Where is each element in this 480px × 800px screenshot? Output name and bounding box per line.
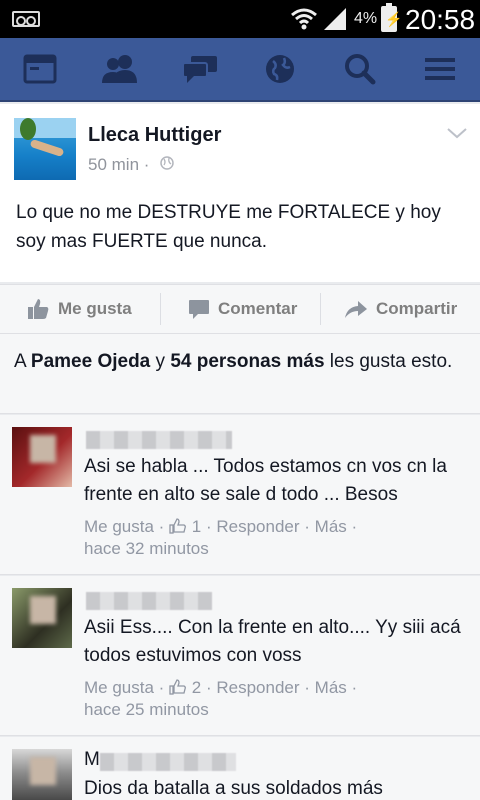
share-button[interactable]: Compartir xyxy=(344,285,457,333)
voicemail-icon xyxy=(12,11,40,27)
search-button[interactable] xyxy=(330,41,390,97)
commenter-name-redacted[interactable] xyxy=(86,592,212,610)
commenter-name-redacted[interactable] xyxy=(100,753,236,771)
comment-more-link[interactable]: Más · xyxy=(315,517,358,536)
search-icon xyxy=(345,54,376,85)
menu-icon xyxy=(425,58,455,80)
post-timestamp[interactable]: 50 min · xyxy=(88,155,149,175)
comment-meta: Me gusta · 1 · Responder · Más · xyxy=(84,515,357,539)
commenter-avatar[interactable] xyxy=(12,749,72,800)
commenter-avatar[interactable] xyxy=(12,588,72,648)
comment-item: Asi se habla ... Todos estamos cn vos cn… xyxy=(0,415,480,575)
friend-requests-button[interactable] xyxy=(90,41,150,97)
comment-timestamp: hace 32 minutos xyxy=(84,539,209,558)
clock: 20:58 xyxy=(405,4,476,35)
likes-connector: y xyxy=(150,351,171,372)
likes-summary[interactable]: A Pamee Ojeda y 54 personas más les gust… xyxy=(0,334,480,414)
signal-icon xyxy=(324,8,346,30)
news-feed-icon xyxy=(23,54,57,84)
notifications-button[interactable] xyxy=(250,41,310,97)
comment-bubble-icon xyxy=(189,300,209,319)
friend-requests-icon xyxy=(102,55,137,83)
comment-reply-link[interactable]: · Responder · xyxy=(206,517,310,536)
comment-more-link[interactable]: Más · xyxy=(315,678,358,697)
commenter-avatar[interactable] xyxy=(12,427,72,487)
comment-timestamp: hace 25 minutos xyxy=(84,700,209,719)
comment-button[interactable]: Comentar xyxy=(188,285,297,333)
commenter-name-redacted[interactable] xyxy=(86,431,232,449)
likes-prefix: A xyxy=(14,351,31,372)
share-label: Compartir xyxy=(376,299,458,318)
battery-charging-icon: ⚡ xyxy=(381,3,402,32)
divider xyxy=(160,293,161,325)
like-label: Me gusta xyxy=(58,299,132,318)
thumbs-up-icon xyxy=(169,679,187,695)
public-globe-icon xyxy=(160,156,174,170)
author-avatar[interactable] xyxy=(14,118,76,180)
thumbs-up-icon xyxy=(169,518,187,534)
status-bar: 4% ⚡ 20:58 xyxy=(0,0,480,38)
comment-like-count: 1 xyxy=(191,517,202,536)
comment-text: Asii Ess.... Con la frente en alto.... Y… xyxy=(84,617,461,666)
commenter-name-initial[interactable]: M xyxy=(84,749,100,771)
messages-button[interactable] xyxy=(170,41,230,97)
liker-name[interactable]: Pamee Ojeda xyxy=(31,351,150,372)
comment-like-link[interactable]: Me gusta · xyxy=(84,517,164,536)
top-nav-bar xyxy=(0,38,480,102)
menu-button[interactable] xyxy=(410,41,470,97)
comment-meta: Me gusta · 2 · Responder · Más · xyxy=(84,676,357,700)
post-author-name[interactable]: Lleca Huttiger xyxy=(88,124,221,147)
comment-text: Asi se habla ... Todos estamos cn vos cn… xyxy=(84,456,447,505)
comment-reply-link[interactable]: · Responder · xyxy=(206,678,310,697)
comment-label: Comentar xyxy=(218,299,298,318)
comment-text: Dios da batalla a sus soldados más xyxy=(84,778,383,799)
share-arrow-icon xyxy=(345,301,367,318)
notifications-globe-icon xyxy=(266,55,294,83)
comment-like-count: 2 xyxy=(191,678,202,697)
messages-icon xyxy=(182,56,217,83)
comment-item: M Dios da batalla a sus soldados más xyxy=(0,737,480,800)
chevron-down-icon[interactable] xyxy=(446,126,468,140)
post-card: Lleca Huttiger 50 min · Lo que no me DES… xyxy=(0,104,480,282)
like-button[interactable]: Me gusta xyxy=(26,285,132,333)
divider xyxy=(320,293,321,325)
wifi-icon xyxy=(291,8,317,30)
post-action-bar: Me gusta Comentar Compartir xyxy=(0,284,480,334)
likers-others[interactable]: 54 personas más xyxy=(170,351,324,372)
post-text: Lo que no me DESTRUYE me FORTALECE y hoy… xyxy=(16,202,441,252)
news-feed-button[interactable] xyxy=(10,41,70,97)
comment-item: Asii Ess.... Con la frente en alto.... Y… xyxy=(0,576,480,736)
thumbs-up-icon xyxy=(28,299,49,319)
likes-suffix: les gusta esto. xyxy=(324,351,453,372)
battery-percent: 4% xyxy=(354,10,378,27)
comment-like-link[interactable]: Me gusta · xyxy=(84,678,164,697)
